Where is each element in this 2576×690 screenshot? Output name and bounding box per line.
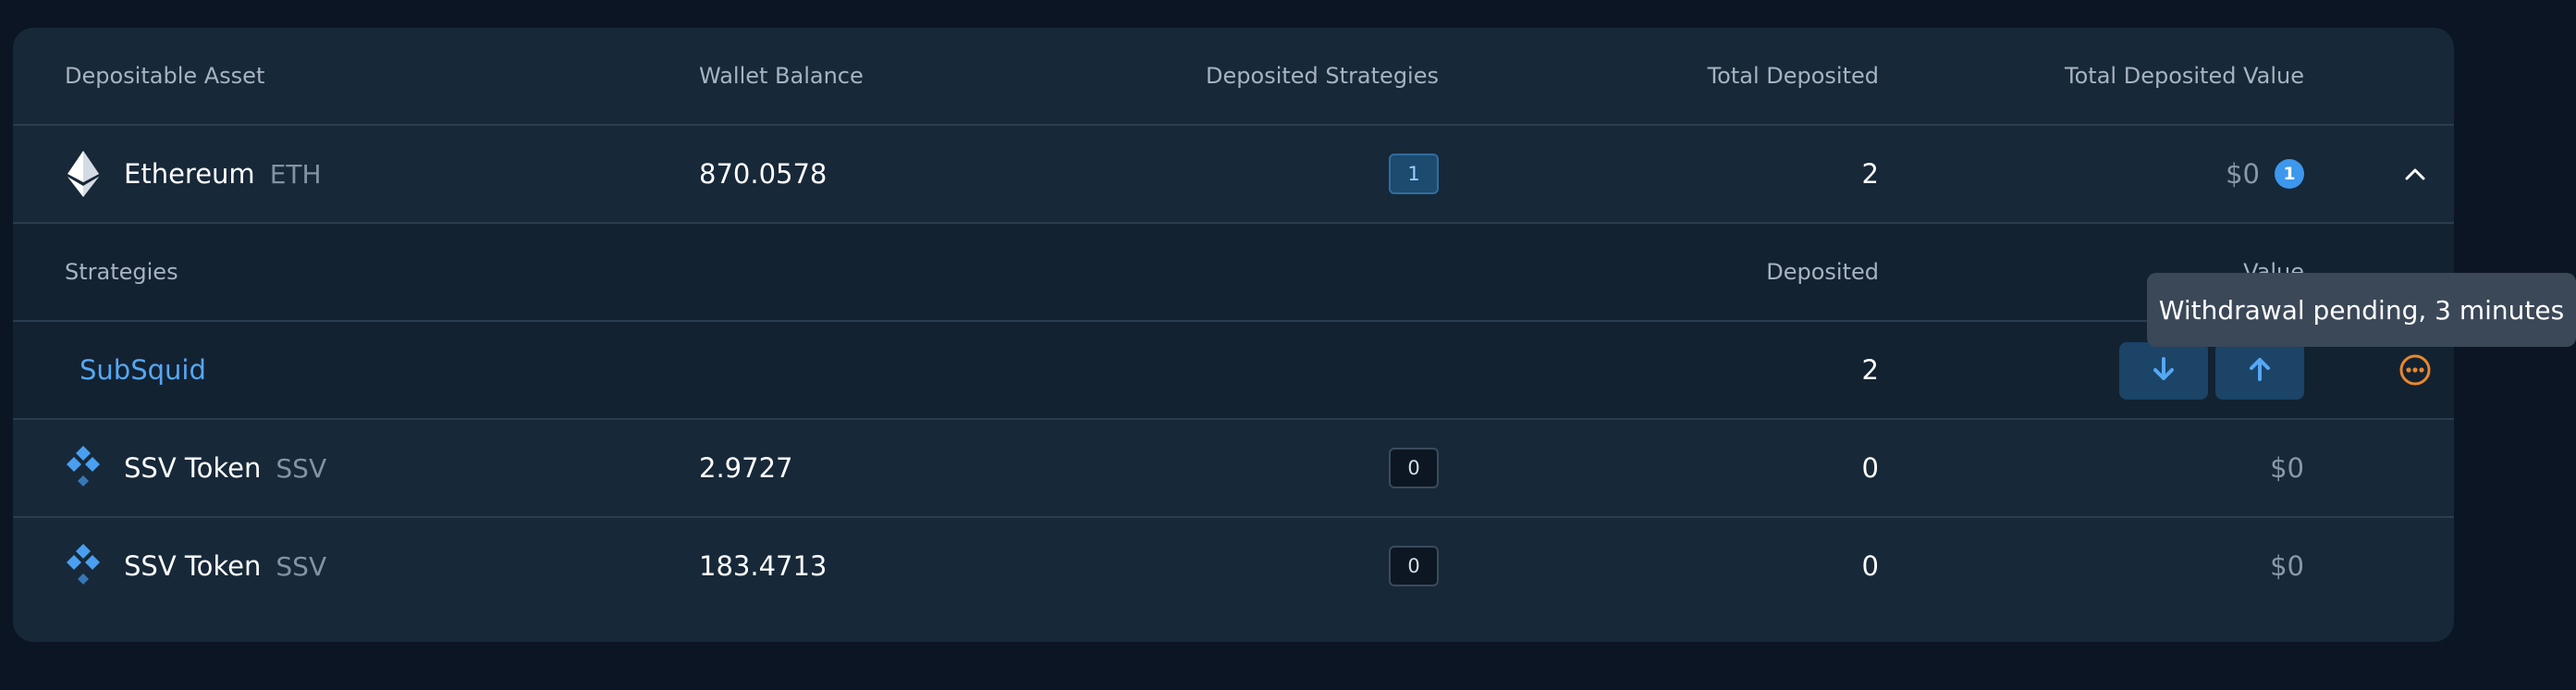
asset-cell: Ethereum ETH: [65, 126, 322, 222]
total-deposited-value: $0: [2270, 452, 2304, 484]
total-deposited: 0: [1861, 550, 1879, 582]
header-asset: Depositable Asset: [65, 63, 265, 89]
ethereum-icon: [65, 151, 102, 197]
asset-name: Ethereum: [124, 158, 255, 190]
wallet-balance: 870.0578: [699, 158, 828, 190]
asset-row-ethereum[interactable]: Ethereum ETH 870.0578 1 2 $0 1: [13, 126, 2454, 224]
total-value-cell: $0: [2270, 518, 2304, 614]
withdraw-button[interactable]: [2215, 342, 2304, 400]
header-strategies: Strategies: [65, 259, 178, 285]
wallet-balance: 183.4713: [699, 550, 828, 582]
asset-symbol: ETH: [269, 158, 322, 190]
total-deposited-value: $0: [2270, 550, 2304, 582]
arrow-down-icon: [2152, 356, 2176, 386]
withdrawal-pending-tooltip: Withdrawal pending, 3 minutes: [2147, 273, 2576, 347]
arrow-up-icon: [2248, 356, 2272, 386]
collapse-chevron-icon[interactable]: [2402, 126, 2428, 222]
header-total-deposited: Total Deposited: [1707, 63, 1879, 89]
total-value-cell: $0 1: [2226, 126, 2304, 222]
table-header-row: Depositable Asset Wallet Balance Deposit…: [13, 28, 2454, 126]
ssv-icon: [65, 543, 102, 589]
asset-row-ssv[interactable]: SSV Token SSV 2.9727 0 0 $0: [13, 420, 2454, 518]
total-deposited-value: $0: [2226, 158, 2260, 190]
total-value-cell: $0: [2270, 420, 2304, 516]
strategies-count-cell: 1: [1389, 126, 1439, 222]
header-total-deposited-value: Total Deposited Value: [2065, 63, 2304, 89]
strategy-link[interactable]: SubSquid: [80, 322, 206, 418]
strategy-row-subsquid: SubSquid 2: [13, 322, 2454, 420]
strategies-count-badge[interactable]: 0: [1389, 546, 1439, 586]
total-deposited: 2: [1861, 158, 1879, 190]
ssv-icon: [65, 445, 102, 491]
asset-cell: SSV Token SSV: [65, 518, 326, 614]
strategies-count-cell: 0: [1389, 518, 1439, 614]
pending-count-badge[interactable]: 1: [2275, 159, 2304, 189]
header-deposited-strategies: Deposited Strategies: [1206, 63, 1439, 89]
asset-row-ssv[interactable]: SSV Token SSV 183.4713 0 0 $0: [13, 518, 2454, 616]
strategies-count-badge[interactable]: 1: [1389, 154, 1439, 194]
asset-name: SSV Token: [124, 452, 262, 484]
wallet-balance: 2.9727: [699, 452, 793, 484]
header-deposited: Deposited: [1766, 259, 1879, 285]
strategies-subheader-row: Strategies Deposited Value: [13, 224, 2454, 322]
asset-symbol: SSV: [276, 452, 327, 484]
strategy-deposited: 2: [1861, 354, 1879, 386]
deposit-assets-table: Depositable Asset Wallet Balance Deposit…: [13, 28, 2454, 642]
strategies-count-cell: 0: [1389, 420, 1439, 516]
strategies-count-badge[interactable]: 0: [1389, 448, 1439, 488]
header-wallet-balance: Wallet Balance: [699, 63, 864, 89]
total-deposited: 0: [1861, 452, 1879, 484]
deposit-button[interactable]: [2119, 342, 2208, 400]
asset-name: SSV Token: [124, 550, 262, 582]
asset-symbol: SSV: [276, 550, 327, 582]
asset-cell: SSV Token SSV: [65, 420, 326, 516]
